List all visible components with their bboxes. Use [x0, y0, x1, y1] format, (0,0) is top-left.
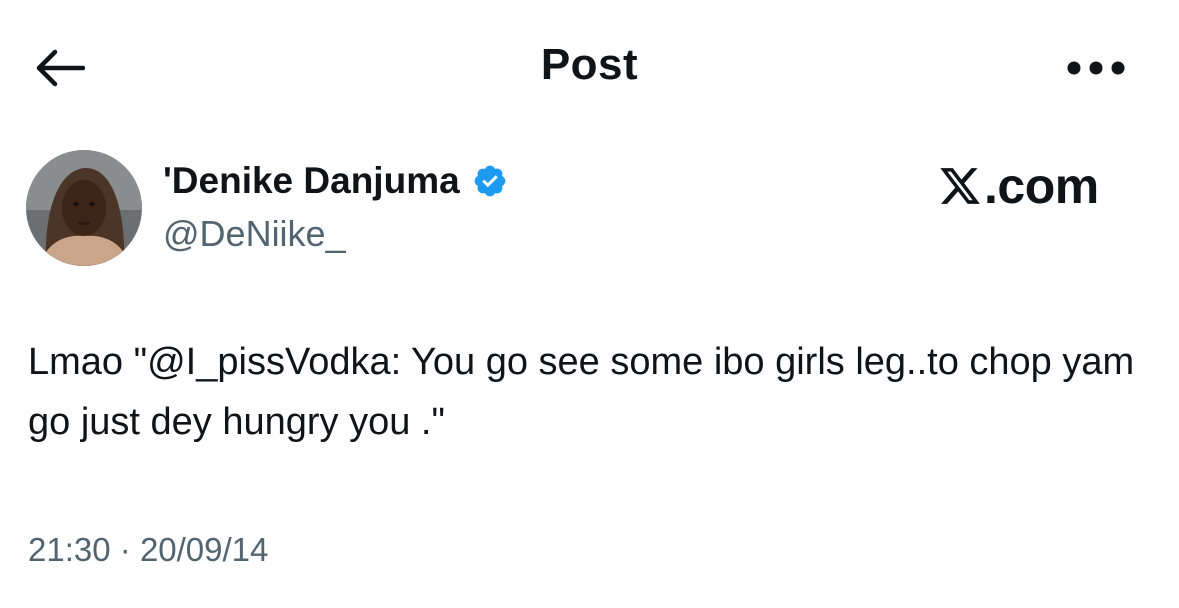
- author-block: 'Denike Danjuma @DeNiike_: [26, 150, 926, 268]
- avatar[interactable]: [26, 150, 142, 266]
- avatar-image: [26, 150, 142, 266]
- verified-badge-icon: [474, 165, 506, 197]
- watermark: .com: [938, 156, 1099, 216]
- watermark-text: .com: [984, 158, 1099, 214]
- more-horizontal-icon: [1067, 61, 1125, 75]
- post-timestamp: 21:30 · 20/09/14: [28, 531, 268, 569]
- display-name-row: 'Denike Danjuma: [163, 160, 508, 202]
- post-date[interactable]: 20/09/14: [140, 531, 268, 568]
- user-handle[interactable]: @DeNiike_: [163, 213, 346, 255]
- timestamp-separator: ·: [119, 531, 131, 568]
- post-text: Lmao "@I_pissVodka: You go see some ibo …: [28, 341, 1135, 443]
- top-bar: Post: [0, 0, 1179, 135]
- page-title: Post: [540, 40, 639, 89]
- x-logo-icon: [940, 168, 980, 204]
- more-button[interactable]: [1058, 44, 1134, 92]
- display-name[interactable]: 'Denike Danjuma: [163, 160, 460, 202]
- post-time[interactable]: 21:30: [28, 531, 111, 568]
